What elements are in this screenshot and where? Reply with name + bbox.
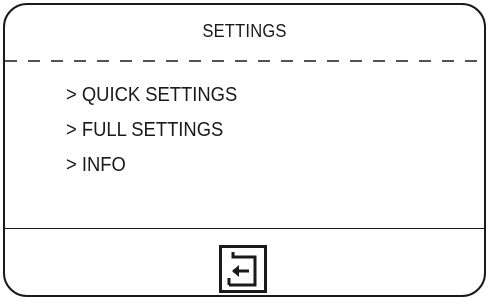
settings-screen: SETTINGS > QUICK SETTINGS > FULL SETTING… bbox=[3, 3, 486, 297]
screen-title: SETTINGS bbox=[202, 21, 287, 41]
menu-item-info[interactable]: > INFO bbox=[66, 151, 237, 186]
menu-item-full-settings[interactable]: > FULL SETTINGS bbox=[66, 116, 237, 151]
menu-item-quick-settings[interactable]: > QUICK SETTINGS bbox=[66, 81, 237, 116]
footer-divider bbox=[5, 228, 484, 229]
back-button[interactable] bbox=[219, 245, 267, 293]
back-arrow-icon bbox=[219, 245, 267, 293]
settings-menu: > QUICK SETTINGS > FULL SETTINGS > INFO bbox=[66, 81, 252, 186]
header-divider bbox=[5, 60, 484, 62]
